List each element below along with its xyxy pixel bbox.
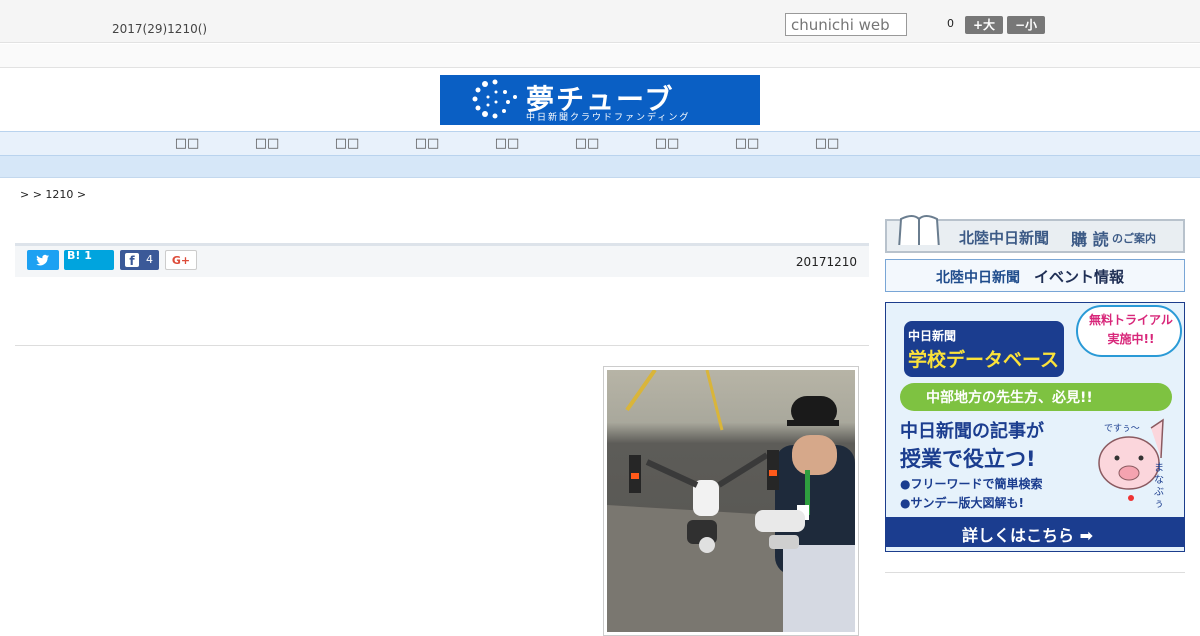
school-database-ad[interactable]: 中日新聞 学校データベース 無料トライアル実施中!! 中部地方の先生方、必見!!… [885,302,1185,552]
logo-subtitle: 中日新聞クラウドファンディング [526,113,691,123]
nav-item-1[interactable]: □□ [167,136,207,151]
event-label: イベント情報 [1034,268,1125,286]
sub-nav [0,156,1200,178]
font-shrink-button[interactable]: −小 [1007,16,1045,34]
search-input[interactable] [785,13,907,36]
ad-org: 中日新聞 [908,329,957,343]
facebook-share-count: 4 [146,253,153,266]
header-strip [0,44,1200,68]
nav-item-2[interactable]: □□ [247,136,287,151]
subscribe-banner[interactable]: 北陸中日新聞 購 読 のご案内 [885,215,1185,253]
header-date: 2017(29)1210() [112,22,208,36]
mascot-bubble-text: ですぅ〜 [1104,424,1140,434]
nav-item-7[interactable]: □□ [647,136,687,151]
top-bar: 2017(29)1210() 0 +大 −小 [0,0,1200,43]
mascot-name: まなぶぅ [1154,463,1164,510]
subscribe-tail: のご案内 [1112,232,1156,245]
hatena-bookmark-button[interactable]: B! 1 [64,249,114,270]
nav-item-3[interactable]: □□ [327,136,367,151]
newspaper-icon [898,215,940,245]
subscribe-brand: 北陸中日新聞 [959,229,1050,247]
font-size-counter: 0 [947,17,954,30]
ad-ribbon-text: 中部地方の先生方、必見!! [926,390,1093,406]
facebook-share-button[interactable]: f 4 [120,250,159,270]
facebook-icon: f [125,253,139,268]
nav-item-5[interactable]: □□ [487,136,527,151]
nav-item-9[interactable]: □□ [807,136,847,151]
google-plus-share-button[interactable]: G+ [165,250,197,270]
ad-cta-text: 詳しくはこちら ➡ [962,526,1093,545]
main-nav: □□ □□ □□ □□ □□ □□ □□ □□ □□ [0,131,1200,156]
ad-bullet-1: ●フリーワードで簡単検索 [900,477,1043,491]
nav-item-8[interactable]: □□ [727,136,767,151]
twitter-share-button[interactable] [27,250,59,270]
ad-line-2: 授業で役立つ! [900,447,1036,471]
yume-tube-logo[interactable]: 夢チューブ 中日新聞クラウドファンディング [440,75,760,125]
article-date: 20171210 [795,255,857,269]
font-enlarge-button[interactable]: +大 [965,16,1003,34]
subscribe-label: 購 読 [1071,230,1109,249]
ad-product: 学校データベース [908,349,1060,371]
breadcrumb[interactable]: > > 1210 > [20,188,86,201]
share-bar: B! 1 f 4 G+ 20171210 [15,243,869,277]
divider [15,345,869,346]
event-brand: 北陸中日新聞 [936,270,1020,286]
sidebar-divider [885,572,1185,573]
ad-bullet-2: ●サンデー版大図解も! [900,496,1024,510]
ad-trial-text: 無料トライアル実施中!! [1089,313,1173,346]
ad-line-1: 中日新聞の記事が [900,421,1044,442]
article-photo[interactable] [603,366,859,636]
twitter-bird-icon [36,254,49,266]
nav-item-6[interactable]: □□ [567,136,607,151]
event-banner[interactable]: 北陸中日新聞 イベント情報 [885,259,1185,292]
drone-operator-photo [607,370,855,632]
nav-item-4[interactable]: □□ [407,136,447,151]
dots-logo-icon [472,79,517,119]
hatena-bookmark-label: B! 1 [67,249,92,262]
